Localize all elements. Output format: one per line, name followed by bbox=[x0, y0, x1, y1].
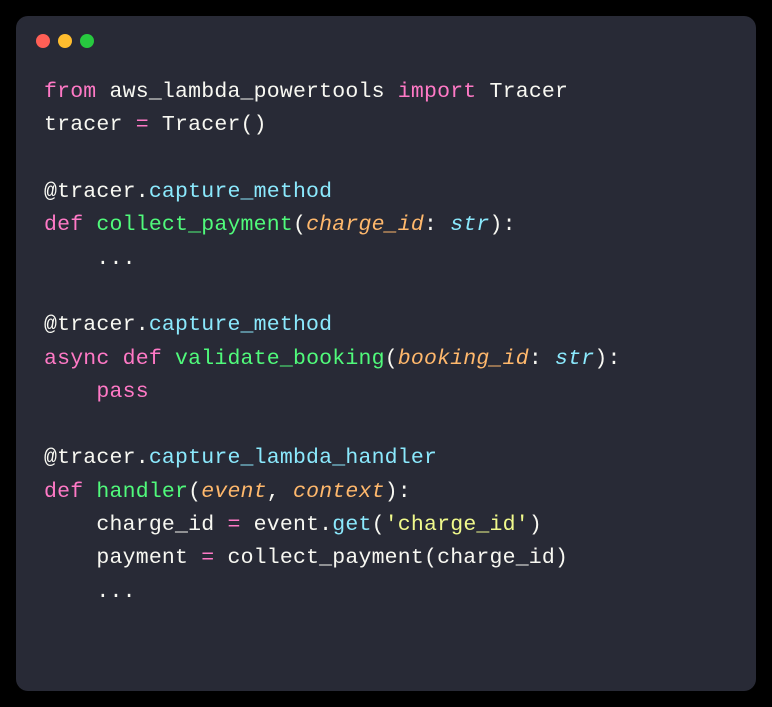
code-line: @tracer.capture_lambda_handler bbox=[44, 446, 437, 470]
colon: : bbox=[424, 213, 450, 237]
code-window: from aws_lambda_powertools import Tracer… bbox=[16, 16, 756, 691]
module-name: aws_lambda_powertools bbox=[96, 80, 397, 104]
keyword-def: def bbox=[44, 213, 96, 237]
code-line: async def validate_booking(booking_id: s… bbox=[44, 347, 621, 371]
code-editor: from aws_lambda_powertools import Tracer… bbox=[16, 56, 756, 629]
call: collect_payment(charge_id) bbox=[214, 546, 568, 570]
code-line: tracer = Tracer() bbox=[44, 113, 267, 137]
decorator-prefix: @tracer. bbox=[44, 446, 149, 470]
code-line: charge_id = event.get('charge_id') bbox=[44, 513, 542, 537]
operator-eq: = bbox=[201, 546, 214, 570]
paren: ( bbox=[372, 513, 385, 537]
param: event bbox=[201, 480, 267, 504]
function-name: handler bbox=[96, 480, 188, 504]
indent bbox=[44, 380, 96, 404]
function-name: validate_booking bbox=[175, 347, 385, 371]
decorator-method: capture_method bbox=[149, 313, 332, 337]
code-line: payment = collect_payment(charge_id) bbox=[44, 546, 568, 570]
code-line: from aws_lambda_powertools import Tracer bbox=[44, 80, 568, 104]
variable: charge_id bbox=[96, 513, 227, 537]
method-call: get bbox=[332, 513, 371, 537]
operator-eq: = bbox=[136, 113, 149, 137]
paren: ): bbox=[490, 213, 516, 237]
param: context bbox=[293, 480, 385, 504]
string-literal: 'charge_id' bbox=[385, 513, 529, 537]
keyword-pass: pass bbox=[96, 380, 148, 404]
code-line: def collect_payment(charge_id: str): bbox=[44, 213, 516, 237]
code-line: @tracer.capture_method bbox=[44, 180, 332, 204]
keyword-from: from bbox=[44, 80, 96, 104]
decorator-prefix: @tracer. bbox=[44, 180, 149, 204]
indent bbox=[44, 580, 96, 604]
paren: ): bbox=[594, 347, 620, 371]
indent bbox=[44, 247, 96, 271]
paren: ( bbox=[188, 480, 201, 504]
keyword-def: def bbox=[123, 347, 175, 371]
code-line: @tracer.capture_method bbox=[44, 313, 332, 337]
decorator-method: capture_lambda_handler bbox=[149, 446, 437, 470]
variable: payment bbox=[96, 546, 201, 570]
param: booking_id bbox=[398, 347, 529, 371]
indent bbox=[44, 513, 96, 537]
type-hint: str bbox=[555, 347, 594, 371]
maximize-icon[interactable] bbox=[80, 34, 94, 48]
type-hint: str bbox=[450, 213, 489, 237]
indent bbox=[44, 546, 96, 570]
comma: , bbox=[267, 480, 293, 504]
paren: ( bbox=[385, 347, 398, 371]
ellipsis: ... bbox=[96, 247, 135, 271]
code-line: def handler(event, context): bbox=[44, 480, 411, 504]
colon: : bbox=[529, 347, 555, 371]
paren: ( bbox=[293, 213, 306, 237]
ellipsis: ... bbox=[96, 580, 135, 604]
param: charge_id bbox=[306, 213, 424, 237]
function-name: collect_payment bbox=[96, 213, 293, 237]
decorator-method: capture_method bbox=[149, 180, 332, 204]
paren: ) bbox=[529, 513, 542, 537]
titlebar bbox=[16, 16, 756, 56]
code-line: ... bbox=[44, 247, 136, 271]
close-icon[interactable] bbox=[36, 34, 50, 48]
keyword-import: import bbox=[398, 80, 477, 104]
code-line: ... bbox=[44, 580, 136, 604]
keyword-async: async bbox=[44, 347, 123, 371]
import-name: Tracer bbox=[476, 80, 568, 104]
minimize-icon[interactable] bbox=[58, 34, 72, 48]
variable: tracer bbox=[44, 113, 136, 137]
paren: ): bbox=[385, 480, 411, 504]
operator-eq: = bbox=[227, 513, 240, 537]
keyword-def: def bbox=[44, 480, 96, 504]
object: event. bbox=[241, 513, 333, 537]
call: Tracer() bbox=[149, 113, 267, 137]
code-line: pass bbox=[44, 380, 149, 404]
decorator-prefix: @tracer. bbox=[44, 313, 149, 337]
